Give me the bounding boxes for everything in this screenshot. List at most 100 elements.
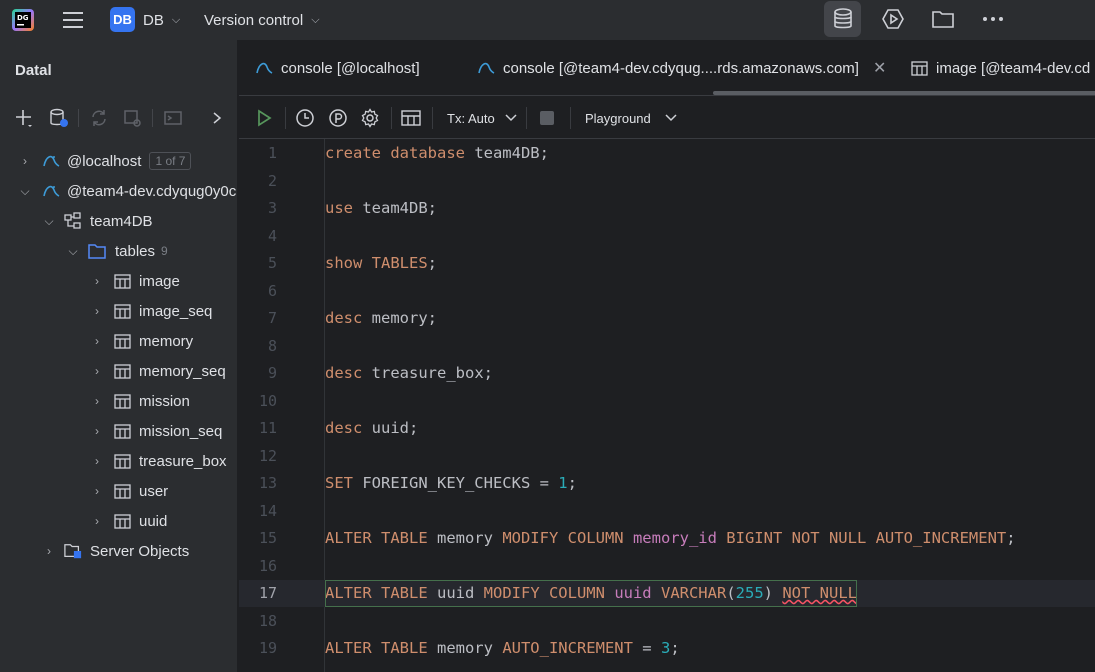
tree-label: image	[139, 272, 180, 290]
settings-gear-icon[interactable]	[360, 105, 380, 131]
chevron-down-icon[interactable]: ⌵	[18, 184, 32, 199]
services-icon[interactable]	[874, 1, 911, 37]
code-token: SET	[325, 474, 363, 492]
database-tool-icon[interactable]	[824, 1, 861, 37]
chevron-right-icon[interactable]: ›	[90, 394, 104, 408]
line-number: 3	[267, 199, 277, 217]
tree-node-table[interactable]: › uuid	[90, 506, 167, 536]
tree-node-localhost[interactable]: › @localhost 1 of 7	[18, 146, 192, 176]
tree-node-table[interactable]: › mission	[90, 386, 190, 416]
table-icon	[113, 483, 131, 499]
tree-node-table[interactable]: › memory_seq	[90, 356, 226, 386]
session-dropdown[interactable]: Playground	[585, 105, 677, 131]
chevron-right-icon[interactable]: ›	[18, 154, 32, 168]
tab-console-team4-dev[interactable]: console [@team4-dev.cdyqug....rds.amazon…	[477, 40, 886, 96]
code-line[interactable]: 7 desc memory;	[239, 305, 1095, 332]
tree-label: memory	[139, 332, 194, 350]
code-line[interactable]: 5 show TABLES;	[239, 250, 1095, 277]
code-line[interactable]: 14	[239, 498, 1095, 525]
add-icon[interactable]	[12, 105, 36, 131]
chevron-right-icon[interactable]: ›	[90, 424, 104, 438]
code-line[interactable]: 6	[239, 278, 1095, 305]
code-line[interactable]: 13 SET FOREIGN_KEY_CHECKS = 1;	[239, 470, 1095, 497]
tree-node-server-objects[interactable]: › Server Objects	[42, 536, 189, 566]
code-line[interactable]: 8	[239, 333, 1095, 360]
line-number: 15	[258, 529, 277, 547]
code-line[interactable]: 11 desc uuid;	[239, 415, 1095, 442]
table-icon	[113, 363, 131, 379]
tree-node-table[interactable]: › mission_seq	[90, 416, 222, 446]
tab-scrollbar[interactable]	[713, 91, 1095, 95]
parameters-icon[interactable]	[328, 105, 348, 131]
project-badge[interactable]: DB	[110, 7, 135, 32]
tree-node-remote-host[interactable]: ⌵ @team4-dev.cdyqug0y0c	[18, 176, 236, 206]
chevron-right-icon[interactable]: ›	[90, 514, 104, 528]
chevron-right-icon[interactable]: ›	[90, 304, 104, 318]
tree-label: memory_seq	[139, 362, 226, 380]
tab-label: console [@team4-dev.cdyqug....rds.amazon…	[503, 59, 859, 77]
code-line[interactable]: 4	[239, 223, 1095, 250]
tree-label: mission	[139, 392, 190, 410]
tab-image-table[interactable]: image [@team4-dev.cd	[911, 40, 1090, 96]
session-label: Playground	[585, 110, 651, 126]
chevron-down-icon[interactable]: ⌵	[42, 214, 56, 229]
version-control-menu[interactable]: Version control ⌵	[204, 0, 320, 40]
chevron-right-icon[interactable]	[205, 105, 229, 131]
line-number: 18	[258, 611, 277, 630]
chevron-right-icon[interactable]: ›	[90, 274, 104, 288]
code-line[interactable]: 12	[239, 443, 1095, 470]
data-source-properties-icon[interactable]	[47, 105, 71, 131]
code-token: memory_id	[632, 529, 727, 547]
tree-node-schema[interactable]: ⌵ team4DB	[42, 206, 153, 236]
tree-node-table[interactable]: › user	[90, 476, 168, 506]
tree-node-table[interactable]: › image	[90, 266, 180, 296]
tab-console-localhost[interactable]: console [@localhost]	[255, 40, 420, 96]
stop-icon[interactable]	[539, 105, 555, 131]
refresh-icon[interactable]	[87, 105, 111, 131]
disconnect-icon[interactable]	[120, 105, 144, 131]
mysql-icon	[42, 152, 60, 170]
tree-node-table[interactable]: › image_seq	[90, 296, 212, 326]
chevron-down-icon	[505, 114, 517, 122]
code-token: )	[763, 584, 783, 602]
code-line[interactable]: 2	[239, 168, 1095, 195]
results-table-icon[interactable]	[401, 105, 421, 131]
code-line[interactable]: 18	[239, 608, 1095, 635]
code-token: ;	[567, 474, 577, 492]
sql-editor[interactable]: 1 create database team4DB; 2 3 use team4DB; 4…	[239, 139, 1095, 672]
code-line[interactable]: 15 ALTER TABLE memory MODIFY COLUMN memor…	[239, 525, 1095, 552]
code-line[interactable]: 3 use team4DB;	[239, 195, 1095, 222]
code-line[interactable]: 17 ALTER TABLE uuid MODIFY COLUMN uuid VA…	[239, 580, 1095, 607]
tree-node-table[interactable]: › treasure_box	[90, 446, 227, 476]
chevron-right-icon[interactable]: ›	[90, 364, 104, 378]
code-line[interactable]: 10	[239, 388, 1095, 415]
code-line[interactable]: 19 ALTER TABLE memory AUTO_INCREMENT = 3;	[239, 635, 1095, 662]
jump-to-console-icon[interactable]	[161, 105, 185, 131]
app-logo-icon[interactable]: DG	[12, 0, 36, 40]
count-badge: 1 of 7	[149, 152, 192, 170]
more-options-icon[interactable]	[974, 1, 1011, 37]
chevron-right-icon[interactable]: ›	[90, 454, 104, 468]
history-icon[interactable]	[295, 105, 315, 131]
chevron-right-icon[interactable]: ›	[90, 484, 104, 498]
execute-icon[interactable]	[255, 105, 273, 131]
code-line[interactable]: 9 desc treasure_box;	[239, 360, 1095, 387]
line-number: 12	[258, 446, 277, 465]
folder-icon[interactable]	[924, 1, 961, 37]
tree-node-table[interactable]: › memory	[90, 326, 193, 356]
chevron-down-icon[interactable]: ⌵	[66, 244, 80, 259]
main-menu-icon[interactable]	[62, 0, 84, 40]
chevron-right-icon[interactable]: ›	[42, 544, 56, 558]
transaction-mode-dropdown[interactable]: Tx: Auto	[447, 105, 517, 131]
code-line[interactable]: 1 create database team4DB;	[239, 140, 1095, 167]
code-token: team4DB;	[474, 144, 549, 162]
code-line[interactable]: 16	[239, 553, 1095, 580]
tree-label: treasure_box	[139, 452, 227, 470]
code-token: (	[726, 584, 736, 602]
project-selector[interactable]: DB ⌵	[143, 0, 180, 40]
tab-label: console [@localhost]	[281, 59, 420, 77]
tree-node-tables[interactable]: ⌵ tables 9	[66, 236, 167, 266]
table-icon	[113, 423, 131, 439]
close-icon[interactable]: ✕	[873, 58, 886, 78]
chevron-right-icon[interactable]: ›	[90, 334, 104, 348]
